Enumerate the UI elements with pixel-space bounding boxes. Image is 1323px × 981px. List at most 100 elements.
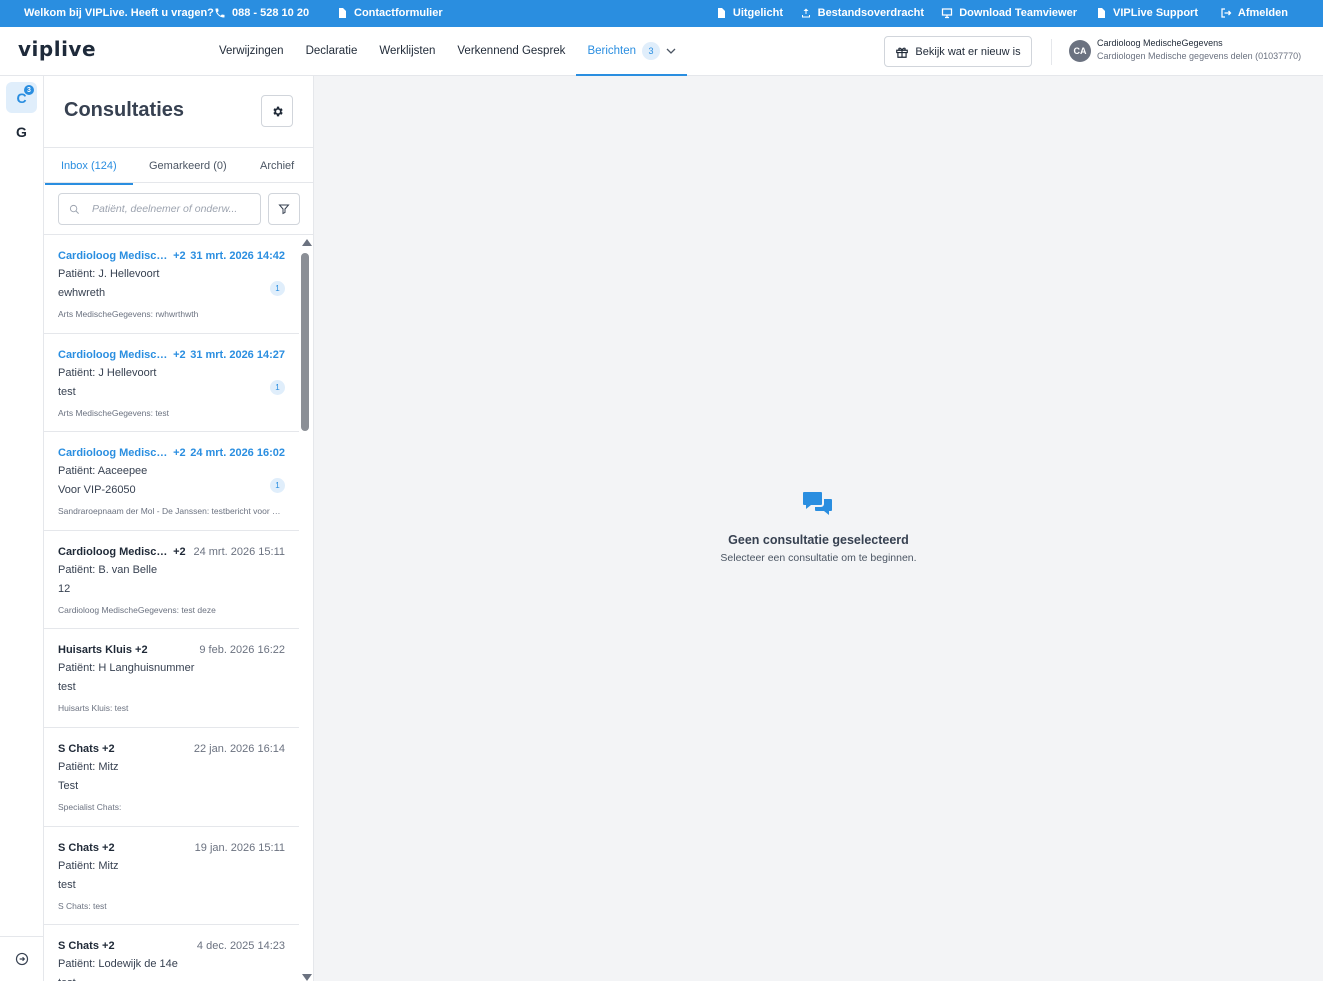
scroll-down-arrow[interactable] <box>302 974 312 981</box>
search-input[interactable] <box>92 203 252 215</box>
document-icon <box>717 8 725 18</box>
item-sender-name: Cardioloog MedischeGegevens <box>58 447 170 460</box>
item-sender-name: S Chats <box>58 742 99 755</box>
item-date: 24 mrt. 2026 16:02 <box>190 447 285 460</box>
item-patient: Patiënt: Mitz <box>58 859 119 872</box>
item-date: 31 mrt. 2026 14:27 <box>190 348 285 361</box>
scroll-thumb[interactable] <box>301 253 309 431</box>
consultations-panel: Consultaties Inbox (124) Gemarkeerd (0) … <box>44 76 314 981</box>
logout-link[interactable]: Afmelden <box>1220 7 1288 19</box>
item-subject: test <box>58 977 76 981</box>
item-patient: Patiënt: J Hellevoort <box>58 366 157 379</box>
item-date: 24 mrt. 2026 15:11 <box>193 545 285 558</box>
item-subject: test <box>58 878 76 891</box>
tab-archief[interactable]: Archief <box>260 148 294 184</box>
filter-icon <box>278 204 290 215</box>
item-sender: Huisarts Kluis +2 <box>58 644 148 656</box>
item-subject: Test <box>58 779 79 792</box>
rail-item-c[interactable]: C 3 <box>6 82 37 113</box>
chat-bubbles-icon <box>803 492 832 515</box>
item-subject: Voor VIP-26050 <box>58 484 136 497</box>
filter-button[interactable] <box>268 193 300 225</box>
list-item[interactable]: S Chats +2 22 jan. 2026 16:14 Patiënt: Mit… <box>44 728 299 827</box>
monitor-icon <box>942 8 953 19</box>
bestandsoverdracht-label: Bestandsoverdracht <box>817 7 924 19</box>
item-preview: Arts MedischeGegevens: rwhwrthwth <box>58 309 199 319</box>
item-sender-name: Cardioloog MedischeGegevens <box>58 348 170 361</box>
rail-item-g[interactable]: G <box>6 116 37 147</box>
scroll-up-arrow[interactable] <box>302 239 312 246</box>
arrow-right-circle-icon[interactable] <box>15 952 29 966</box>
item-subject: 12 <box>58 582 71 595</box>
phone-icon <box>215 8 225 18</box>
page-title: Consultaties <box>64 99 185 121</box>
list-item[interactable]: Huisarts Kluis +2 9 feb. 2026 16:22 Patiën… <box>44 629 299 728</box>
settings-button[interactable] <box>261 95 293 127</box>
logout-label: Afmelden <box>1237 7 1288 19</box>
tab-inbox[interactable]: Inbox (124) <box>45 148 133 185</box>
rail-bottom <box>0 936 43 981</box>
avatar[interactable]: CA <box>1069 40 1091 62</box>
nav-verwijzingen[interactable]: Verwijzingen <box>208 27 295 75</box>
item-sender: Cardioloog MedischeGegevens +2 <box>58 250 186 262</box>
user-name: Cardioloog MedischeGegevens <box>1097 38 1223 48</box>
item-sender: S Chats +2 <box>58 940 115 952</box>
list-item[interactable]: Cardioloog MedischeGegevens +2 24 mrt. 20… <box>44 531 299 630</box>
item-date: 4 dec. 2025 14:23 <box>196 940 285 953</box>
whats-new-button[interactable]: Bekijk wat er nieuw is <box>884 36 1032 67</box>
viplive-logo[interactable]: viplive <box>18 37 96 61</box>
item-patient: Patiënt: Aaceepee <box>58 465 148 478</box>
rail-item-g-letter: G <box>16 123 27 140</box>
item-sender-extra: +2 <box>173 545 186 558</box>
item-preview: Arts MedischeGegevens: test <box>58 407 170 418</box>
user-organization: Cardiologen Medische gegevens delen (010… <box>1097 51 1302 61</box>
consultation-tabs: Inbox (124) Gemarkeerd (0) Archief <box>44 147 313 185</box>
item-sender: S Chats +2 <box>58 842 115 854</box>
item-sender: Cardioloog MedischeGegevens +2 <box>58 447 186 459</box>
nav-verkennend-gesprek[interactable]: Verkennend Gesprek <box>446 27 576 75</box>
item-subject: test <box>58 681 76 694</box>
empty-state-subtitle: Selecteer een consultatie om te beginnen… <box>720 552 917 564</box>
bestandsoverdracht-link[interactable]: Bestandsoverdracht <box>800 7 924 19</box>
nav-berichten[interactable]: Berichten 3 <box>576 27 687 76</box>
nav-werklijsten[interactable]: Werklijsten <box>368 27 446 75</box>
item-sender-name: Huisarts Kluis <box>58 644 132 657</box>
item-sender-name: S Chats <box>58 940 99 953</box>
rail-item-c-badge: 3 <box>24 85 34 95</box>
item-patient: Patiënt: J. Hellevoort <box>58 268 160 280</box>
item-sender: Cardioloog MedischeGegevens +2 <box>58 546 186 558</box>
logout-icon <box>1221 8 1232 18</box>
list-item[interactable]: Cardioloog MedischeGegevens +2 31 mrt. 20… <box>44 235 299 334</box>
contact-form-link[interactable]: Contactformulier <box>336 7 443 19</box>
item-sender-extra: +2 <box>135 644 148 657</box>
item-sender-name: Cardioloog MedischeGegevens <box>58 545 170 558</box>
list-item[interactable]: S Chats +2 4 dec. 2025 14:23 Patiënt: Lode… <box>44 925 299 981</box>
viplive-support-label: VIPLive Support <box>1113 7 1198 19</box>
item-preview: S Chats: test <box>58 900 107 911</box>
tab-gemarkeerd[interactable]: Gemarkeerd (0) <box>149 148 227 184</box>
item-preview: Cardioloog MedischeGegevens: test deze <box>58 604 216 615</box>
item-patient: Patiënt: B. van Belle <box>58 563 158 576</box>
gift-icon <box>896 47 909 58</box>
list-item[interactable]: S Chats +2 19 jan. 2026 15:11 Patiënt: Mit… <box>44 827 299 926</box>
list-item[interactable]: Cardioloog MedischeGegevens +2 24 mrt. 20… <box>44 432 299 531</box>
item-date: 9 feb. 2026 16:22 <box>199 644 285 657</box>
list-item[interactable]: Cardioloog MedischeGegevens +2 31 mrt. 20… <box>44 334 299 433</box>
uitgelicht-link[interactable]: Uitgelicht <box>715 7 783 19</box>
chevron-down-icon[interactable] <box>666 46 676 56</box>
item-date: 19 jan. 2026 15:11 <box>194 841 285 854</box>
item-date: 22 jan. 2026 16:14 <box>193 742 285 755</box>
phone-link[interactable]: 088 - 528 10 20 <box>214 7 309 19</box>
item-sender: S Chats +2 <box>58 743 115 755</box>
empty-state-title: Geen consultatie geselecteerd <box>728 533 909 547</box>
download-teamviewer-link[interactable]: Download Teamviewer <box>941 7 1077 19</box>
item-date: 31 mrt. 2026 14:42 <box>190 250 285 262</box>
item-subject: ewhwreth <box>58 287 106 299</box>
item-patient: Patiënt: H Langhuisnummer <box>58 662 195 675</box>
item-patient: Patiënt: Mitz <box>58 760 119 773</box>
uitgelicht-label: Uitgelicht <box>732 7 783 19</box>
scrollbar[interactable] <box>300 239 312 981</box>
nav-declaratie[interactable]: Declaratie <box>295 27 369 75</box>
viplive-support-link[interactable]: VIPLive Support <box>1095 7 1198 19</box>
item-sender-extra: +2 <box>173 447 186 460</box>
